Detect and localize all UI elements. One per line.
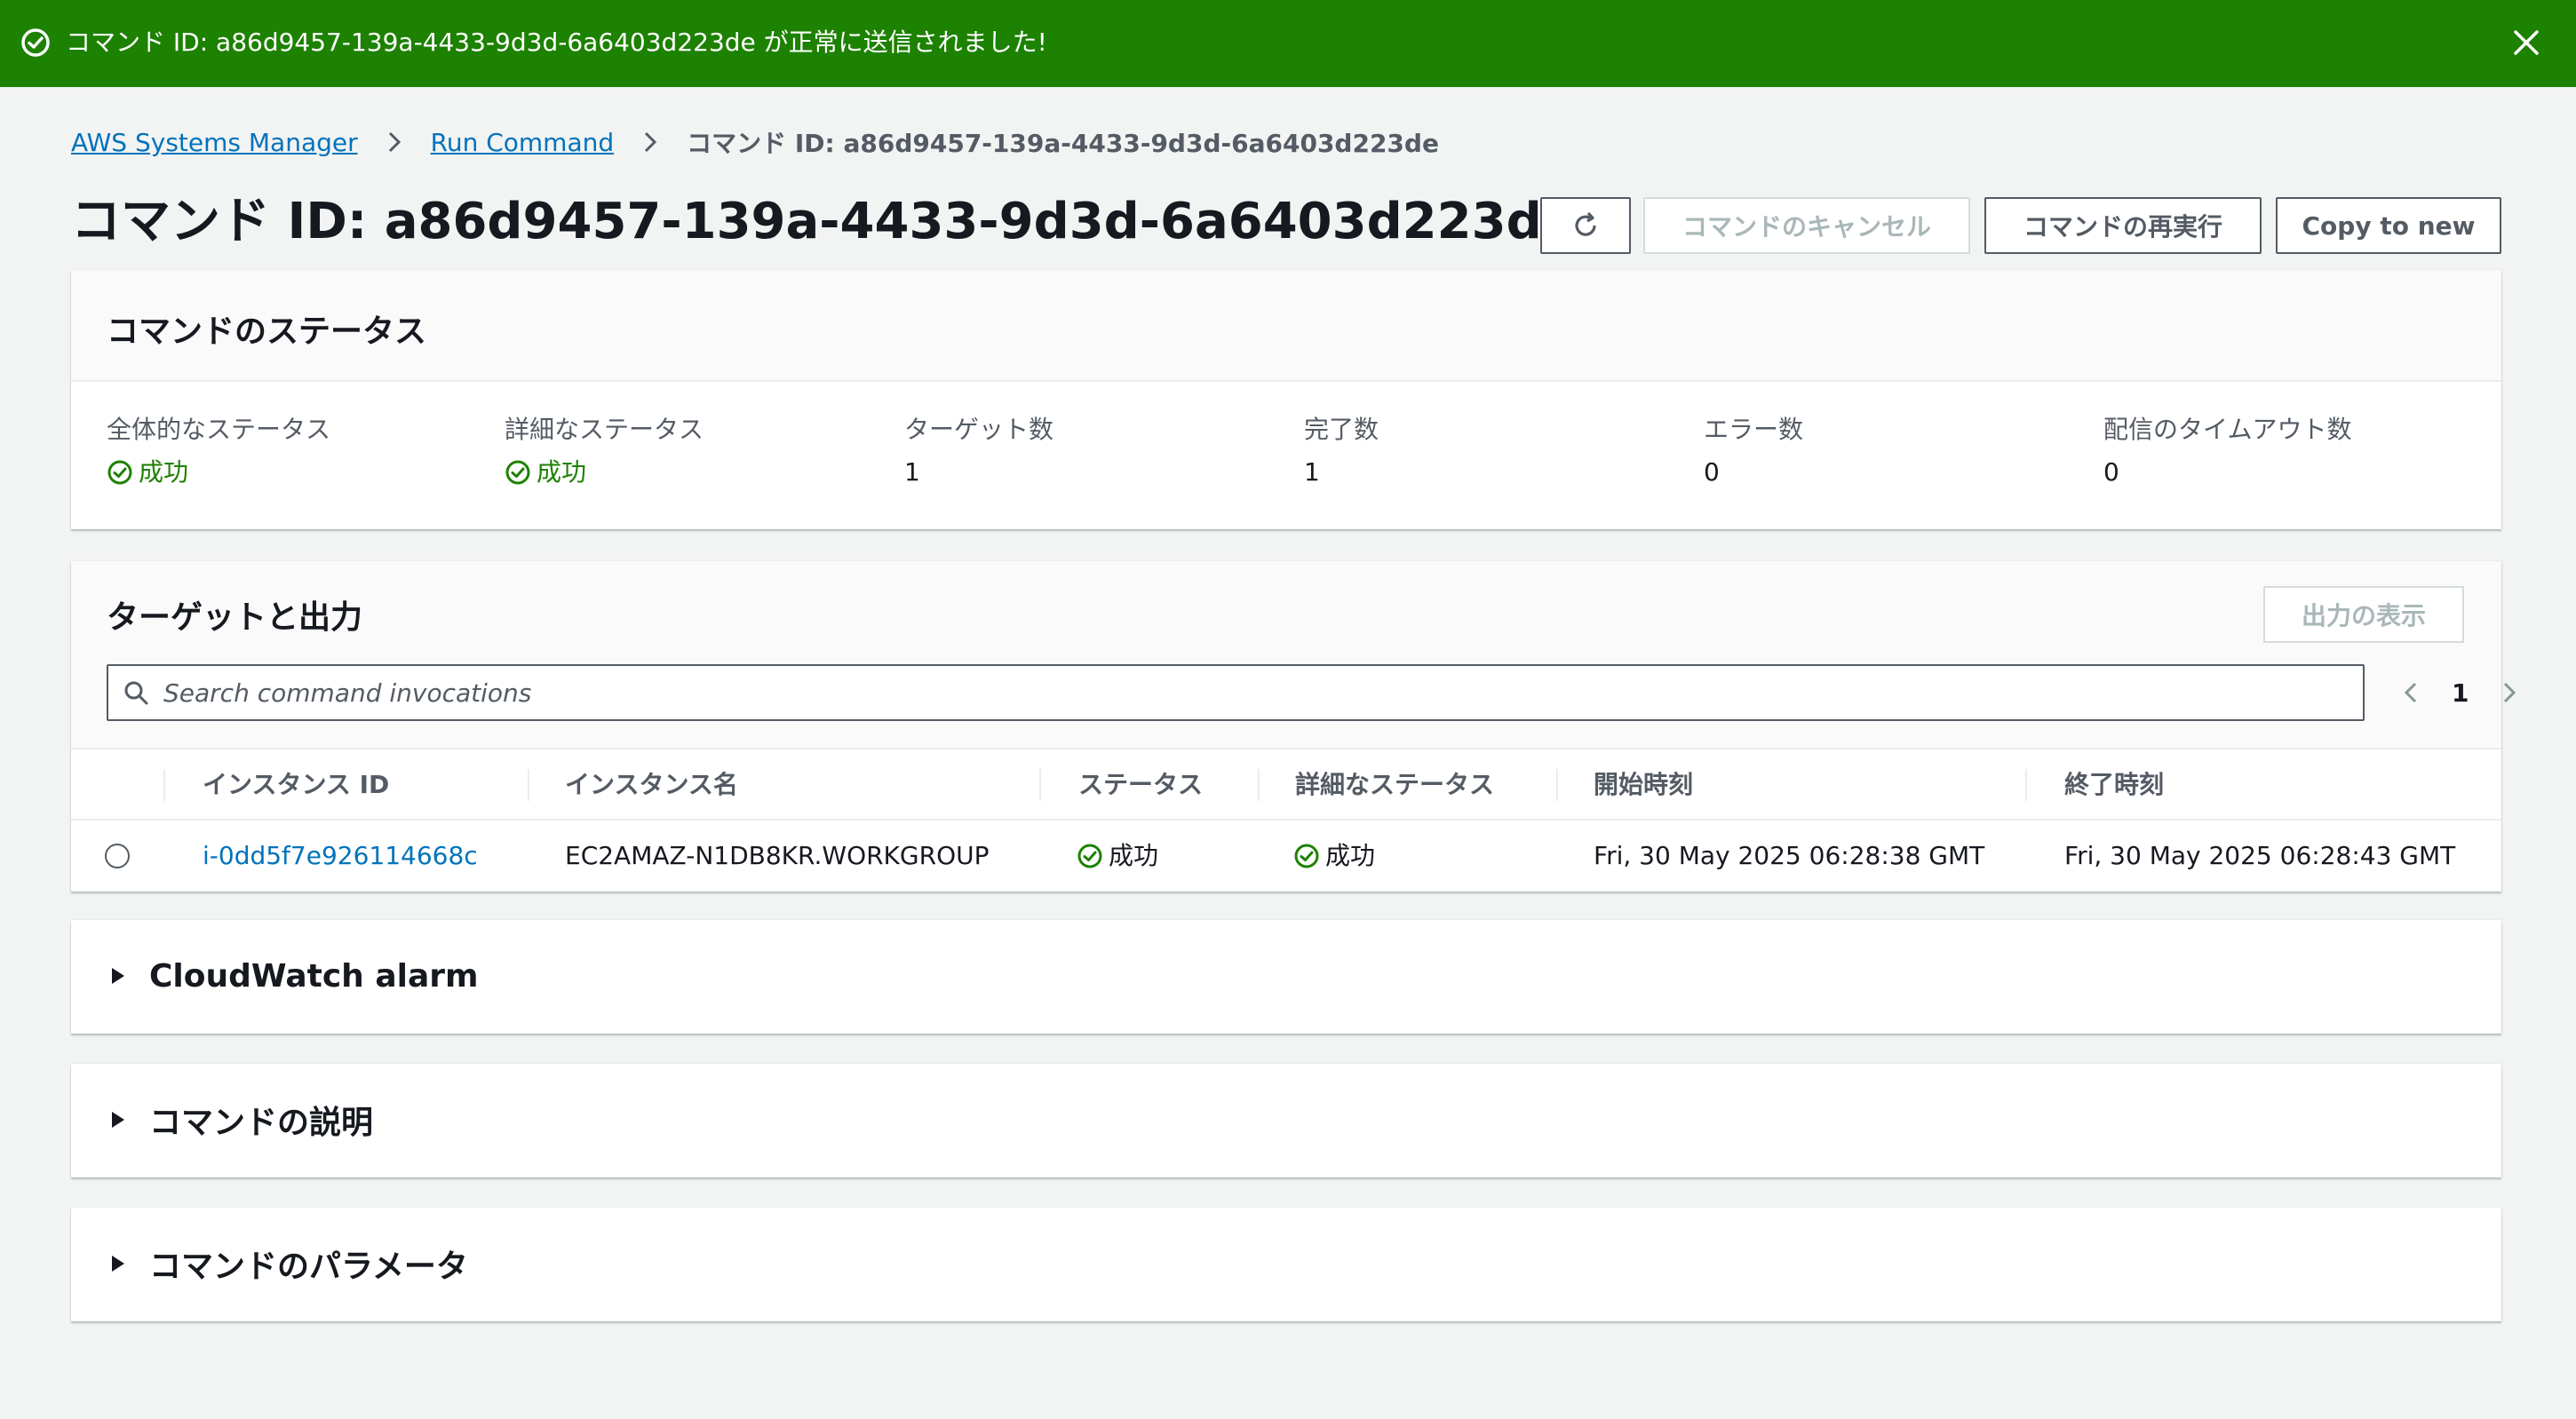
completed-count: 完了数 1 [1304,412,1379,490]
refresh-button[interactable] [1540,197,1631,254]
breadcrumb-run-command[interactable]: Run Command [431,128,615,157]
targets-panel-title: ターゲットと出力 [107,599,363,636]
field-label: ターゲット数 [904,415,1054,444]
status-text: 成功 [1325,841,1376,870]
success-circle-icon [1294,844,1319,868]
view-output-button[interactable]: 出力の表示 [2263,586,2464,643]
column-header-status[interactable]: ステータス [1078,765,1203,805]
detailed-status: 詳細なステータス 成功 [505,412,704,490]
refresh-icon [1575,211,1596,236]
success-circle-icon [505,460,530,485]
column-header-detailed-status[interactable]: 詳細なステータス [1295,765,1494,805]
status-panel-title: コマンドのステータス [107,313,427,350]
column-header-start-time[interactable]: 開始時刻 [1594,765,1693,805]
success-circle-icon [107,460,132,485]
overall-status: 全体的なステータス 成功 [107,412,330,490]
column-divider [1258,769,1260,801]
breadcrumb: AWS Systems Manager Run Command コマンド ID:… [71,124,1439,160]
rerun-command-button[interactable]: コマンドの再実行 [1984,197,2262,254]
cancel-command-button[interactable]: コマンドのキャンセル [1643,197,1970,254]
command-parameters-section: コマンドのパラメータ [71,1208,2501,1321]
command-description-section: コマンドの説明 [71,1064,2501,1177]
column-divider [163,769,165,801]
field-label: 詳細なステータス [505,415,704,444]
field-value: 成功 [107,455,330,490]
cloudwatch-alarm-section: CloudWatch alarm [71,920,2501,1034]
instance-id-link[interactable]: i-0dd5f7e926114668c [203,838,478,874]
row-status: 成功 [1077,838,1158,874]
search-icon [124,681,148,705]
copy-to-new-button[interactable]: Copy to new [2276,197,2501,254]
section-title: CloudWatch alarm [149,957,479,995]
chevron-right-icon[interactable] [2495,679,2522,706]
success-flash-banner: コマンド ID: a86d9457-139a-4433-9d3d-6a6403d… [0,0,2576,87]
success-circle-icon [1077,844,1102,868]
column-divider [1556,769,1558,801]
row-select-radio[interactable] [105,844,130,868]
field-value: 0 [1704,457,1720,487]
page-title: コマンド ID: a86d9457-139a-4433-9d3d-6a6403d… [71,193,1576,250]
chevron-right-icon [388,131,401,153]
field-label: 配信のタイムアウト数 [2103,415,2352,444]
field-value: 1 [904,457,920,487]
success-circle-icon [21,28,50,57]
pagination: 1 [2398,671,2522,714]
field-label: 完了数 [1304,415,1379,444]
column-header-end-time[interactable]: 終了時刻 [2064,765,2164,805]
divider [71,819,2501,820]
field-label: 全体的なステータス [107,415,331,444]
status-text: 成功 [1109,841,1159,870]
field-value: 1 [1304,457,1320,487]
caret-right-icon [112,968,124,984]
command-description-toggle[interactable]: コマンドの説明 [107,1098,373,1142]
panel-header: コマンドのステータス [71,270,2501,382]
cloudwatch-alarm-toggle[interactable]: CloudWatch alarm [107,954,479,998]
column-divider [2025,769,2027,801]
targets-and-outputs-panel: ターゲットと出力 出力の表示 Search command invocation… [71,561,2516,892]
end-time: Fri, 30 May 2025 06:28:43 GMT [2064,841,2456,870]
column-header-instance-name[interactable]: インスタンス名 [565,765,738,805]
chevron-right-icon [645,131,657,153]
target-count: ターゲット数 1 [904,412,1053,490]
caret-right-icon [112,1112,124,1128]
status-text: 成功 [139,457,189,487]
flash-message: コマンド ID: a86d9457-139a-4433-9d3d-6a6403d… [66,28,1047,57]
column-divider [528,769,529,801]
search-placeholder: Search command invocations [163,678,532,708]
delivery-timeout-count: 配信のタイムアウト数 0 [2103,412,2351,490]
command-parameters-toggle[interactable]: コマンドのパラメータ [107,1241,468,1286]
section-title: コマンドの説明 [149,1105,374,1141]
column-header-instance-id[interactable]: インスタンス ID [203,765,389,805]
breadcrumb-current: コマンド ID: a86d9457-139a-4433-9d3d-6a6403d… [687,129,1439,158]
caret-right-icon [112,1256,124,1272]
field-value: 成功 [505,455,704,490]
field-value: 0 [2103,457,2119,487]
chevron-left-icon[interactable] [2398,679,2425,706]
field-label: エラー数 [1704,415,1804,444]
search-input[interactable]: Search command invocations [107,664,2365,721]
status-text: 成功 [537,457,587,487]
breadcrumb-systems-manager[interactable]: AWS Systems Manager [71,128,358,157]
start-time: Fri, 30 May 2025 06:28:38 GMT [1594,841,1985,870]
command-status-panel: コマンドのステータス 全体的なステータス 成功 詳細なステータス 成功 ターゲッ… [71,270,2501,529]
panel-header: ターゲットと出力 出力の表示 Search command invocation… [71,561,2516,749]
section-title: コマンドのパラメータ [149,1249,468,1285]
close-icon[interactable] [2510,27,2542,59]
page-number[interactable]: 1 [2452,678,2469,708]
error-count: エラー数 0 [1704,412,1803,490]
row-detailed-status: 成功 [1293,838,1375,874]
instance-name: EC2AMAZ-N1DB8KR.WORKGROUP [565,841,990,870]
column-divider [1039,769,1041,801]
